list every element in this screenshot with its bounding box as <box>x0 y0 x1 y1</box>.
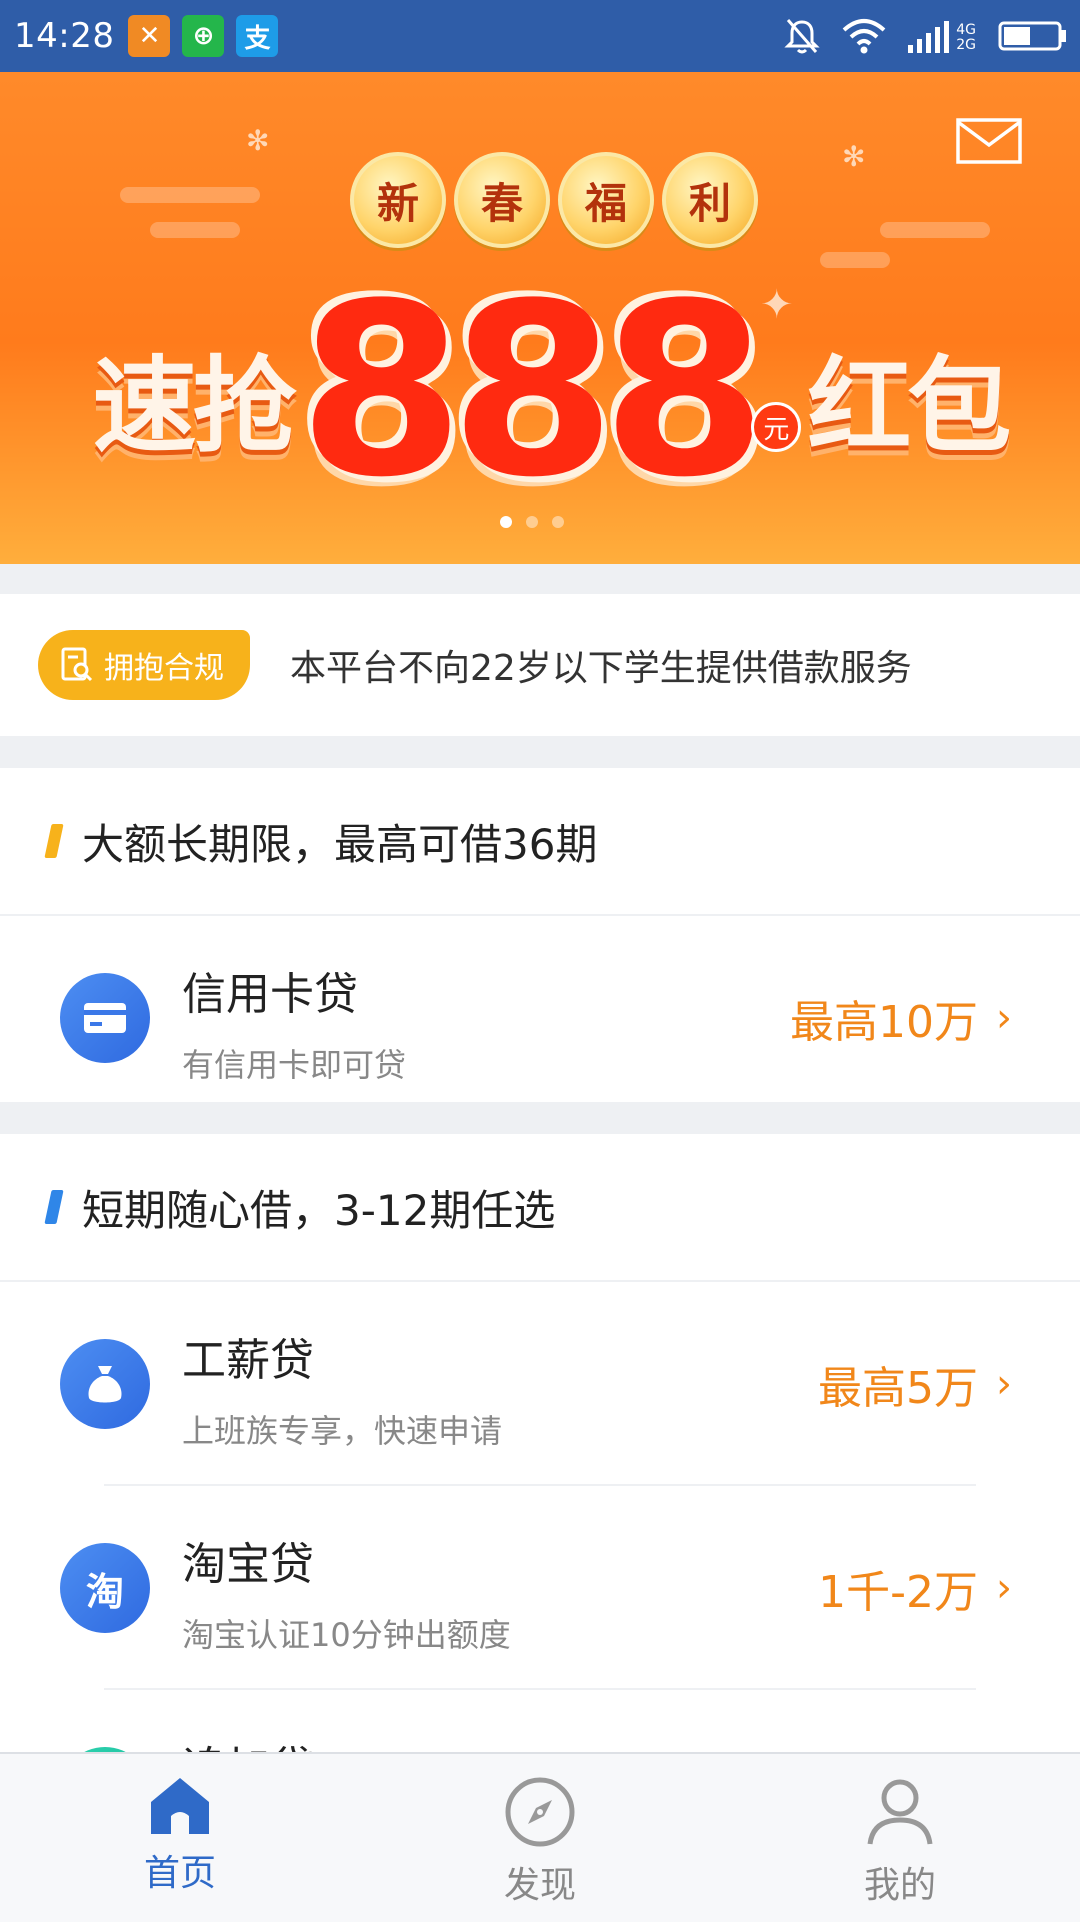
banner-right-word: 红包 <box>807 345 1011 467</box>
section-title: 大额长期限，最高可借36期 <box>82 819 598 869</box>
decor-cloud <box>880 222 990 238</box>
chevron-right-icon: › <box>996 1565 1012 1611</box>
chevron-right-icon: › <box>996 995 1012 1041</box>
taobao-icon: 淘 <box>60 1543 150 1633</box>
banner-left-word: 速抢 <box>92 345 297 467</box>
compliance-badge: 拥抱合规 <box>38 630 250 700</box>
mute-bell-icon <box>784 19 820 54</box>
wifi-icon <box>842 19 886 54</box>
section-short-loans: 短期随心借，3-12期任选 工薪贷 上班族专享，快速申请 最高5万 › 淘 淘宝… <box>0 1134 1080 1837</box>
loan-amount: 最高10万 <box>790 997 978 1048</box>
home-icon <box>151 1778 209 1834</box>
loan-name: 工薪贷 <box>182 1335 314 1386</box>
bottom-nav: 首页 发现 我的 <box>0 1752 1080 1922</box>
loan-desc: 上班族专享，快速申请 <box>182 1412 503 1450</box>
status-time: 14:28 <box>14 16 115 56</box>
document-search-icon <box>61 647 93 682</box>
nav-discover[interactable]: 发现 <box>360 1754 720 1922</box>
loan-amount: 最高5万 <box>818 1363 978 1414</box>
loan-desc: 有信用卡即可贷 <box>182 1046 407 1084</box>
carousel-dot <box>500 516 512 528</box>
coin-title-row: 新 春 福 利 <box>350 152 758 248</box>
carousel-dot <box>552 516 564 528</box>
signal-icon: 4G 2G <box>908 19 976 53</box>
nav-label: 我的 <box>863 1865 936 1906</box>
section-header: 短期随心借，3-12期任选 <box>0 1134 1080 1282</box>
net-type-top: 4G <box>956 22 976 38</box>
loan-desc: 淘宝认证10分钟出额度 <box>182 1616 511 1654</box>
loan-name: 信用卡贷 <box>182 969 358 1020</box>
coin-char: 福 <box>558 152 654 248</box>
nav-label: 首页 <box>143 1853 216 1894</box>
carousel-indicator <box>500 516 564 528</box>
compliance-text: 本平台不向22岁以下学生提供借款服务 <box>290 648 912 689</box>
compliance-notice: 拥抱合规 本平台不向22岁以下学生提供借款服务 <box>0 594 1080 736</box>
section-header: 大额长期限，最高可借36期 <box>0 768 1080 916</box>
promo-banner[interactable]: ✻ ✻ ✦ ✦ 新 春 福 利 速抢 888 元 红包 <box>0 72 1080 564</box>
credit-card-icon <box>60 973 150 1063</box>
decor-cloud <box>120 187 260 203</box>
net-type-bottom: 2G <box>956 37 976 53</box>
mail-icon[interactable] <box>956 118 1022 164</box>
decor-cloud <box>150 222 240 238</box>
user-icon <box>867 1779 933 1845</box>
wechat-plus-icon: ⊕ <box>182 15 225 57</box>
alipay-icon: 支 <box>236 15 279 57</box>
coin-char: 利 <box>662 152 758 248</box>
flower-icon: ✻ <box>842 140 866 173</box>
compass-icon <box>505 1777 575 1847</box>
app-notification-icon: ✕ <box>128 15 171 57</box>
nav-mine[interactable]: 我的 <box>720 1754 1080 1922</box>
section-title: 短期随心借，3-12期任选 <box>82 1185 556 1235</box>
section-large-loans: 大额长期限，最高可借36期 信用卡贷 有信用卡即可贷 最高10万 › <box>0 768 1080 1102</box>
flower-icon: ✻ <box>246 124 270 157</box>
coin-char: 春 <box>454 152 550 248</box>
nav-label: 发现 <box>503 1865 576 1906</box>
status-bar: 14:28 ✕ ⊕ 支 4G 2G <box>0 0 1080 72</box>
banner-amount: 888 <box>298 253 768 530</box>
carousel-dot <box>526 516 538 528</box>
coin-char: 新 <box>350 152 446 248</box>
yuan-badge: 元 <box>751 402 802 452</box>
money-bag-icon <box>60 1339 150 1429</box>
section-accent-bar <box>44 824 64 858</box>
loan-name: 淘宝贷 <box>182 1539 314 1590</box>
compliance-badge-label: 拥抱合规 <box>104 651 224 686</box>
loan-item-taobao[interactable]: 淘 淘宝贷 淘宝认证10分钟出额度 1千-2万 › <box>0 1486 1080 1690</box>
loan-amount: 1千-2万 <box>818 1567 978 1618</box>
battery-icon <box>998 21 1066 51</box>
banner-headline: 速抢 888 元 红包 <box>70 253 1030 530</box>
nav-home[interactable]: 首页 <box>0 1754 360 1922</box>
chevron-right-icon: › <box>996 1361 1012 1407</box>
loan-item-credit-card[interactable]: 信用卡贷 有信用卡即可贷 最高10万 › <box>0 916 1080 1120</box>
loan-item-salary[interactable]: 工薪贷 上班族专享，快速申请 最高5万 › <box>0 1282 1080 1486</box>
section-accent-bar <box>44 1190 64 1224</box>
